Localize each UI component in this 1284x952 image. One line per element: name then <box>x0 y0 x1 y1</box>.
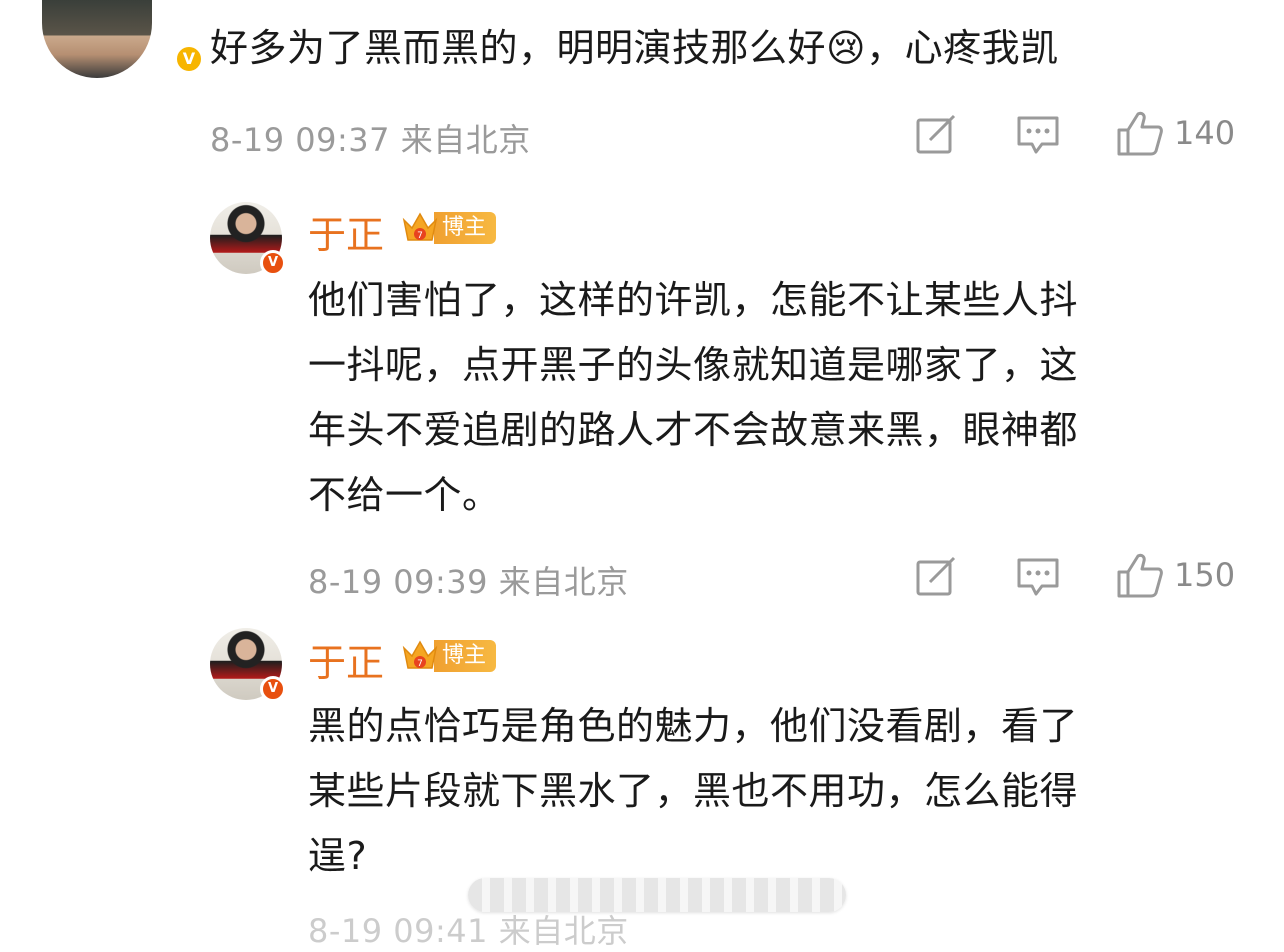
like-button[interactable]: 140 <box>1116 110 1235 156</box>
top-comment-text: 好多为了黑而黑的，明明演技那么好😢，心疼我凯 <box>210 26 1059 70</box>
like-count: 140 <box>1174 114 1236 152</box>
top-comment-avatar[interactable]: V <box>42 0 204 78</box>
reply-time: 8-19 09:41 来自北京 <box>308 912 629 950</box>
reply-text-line: 年头不爱追剧的路人才不会故意来黑，眼神都 <box>308 408 1079 452</box>
crown-icon: 7 <box>400 208 440 248</box>
blogger-badge: 7 博主 <box>400 636 497 676</box>
like-icon <box>1117 111 1163 156</box>
share-icon <box>916 556 956 596</box>
comment-icon <box>1017 558 1059 596</box>
svg-text:7: 7 <box>417 659 423 669</box>
blogger-badge-label: 博主 <box>434 212 497 244</box>
blogger-badge-label: 博主 <box>434 640 497 672</box>
comment-button[interactable] <box>1016 556 1060 598</box>
reply-text-line: 一抖呢，点开黑子的头像就知道是哪家了，这 <box>308 343 1079 387</box>
svg-text:7: 7 <box>417 231 423 241</box>
reply-text: 黑的点恰巧是角色的魅力，他们没看剧，看了 某些片段就下黑水了，黑也不用功，怎么能… <box>308 694 1078 889</box>
verified-icon: V <box>260 676 286 702</box>
reply-author-name[interactable]: 于正 <box>308 204 384 259</box>
reply-text-line: 黑的点恰巧是角色的魅力，他们没看剧，看了 <box>308 704 1079 748</box>
top-comment-time: 8-19 09:37 来自北京 <box>210 121 531 159</box>
blogger-badge: 7 博主 <box>400 208 497 248</box>
reply-text-line: 某些片段就下黑水了，黑也不用功，怎么能得 <box>308 769 1079 813</box>
verified-icon: V <box>260 250 286 276</box>
comment-button[interactable] <box>1016 114 1060 156</box>
share-button[interactable] <box>916 556 958 596</box>
share-button[interactable] <box>916 114 958 154</box>
share-icon <box>916 114 956 154</box>
reply-avatar[interactable]: V <box>210 628 286 702</box>
crown-icon: 7 <box>400 636 440 676</box>
reply-text: 他们害怕了，这样的许凯，怎能不让某些人抖 一抖呢，点开黑子的头像就知道是哪家了，… <box>308 268 1078 528</box>
like-count: 150 <box>1174 556 1236 594</box>
reply-author-name[interactable]: 于正 <box>308 632 384 687</box>
reply-time: 8-19 09:39 来自北京 <box>308 563 629 601</box>
reply-avatar[interactable]: V <box>210 202 286 276</box>
comment-icon <box>1017 116 1059 154</box>
reply-text-line: 他们害怕了，这样的许凯，怎能不让某些人抖 <box>308 278 1079 322</box>
reply-text-line: 不给一个。 <box>308 473 501 517</box>
like-button[interactable]: 150 <box>1116 552 1235 598</box>
verified-icon: V <box>174 44 204 74</box>
scroll-indicator <box>468 878 846 912</box>
like-icon <box>1117 553 1163 598</box>
